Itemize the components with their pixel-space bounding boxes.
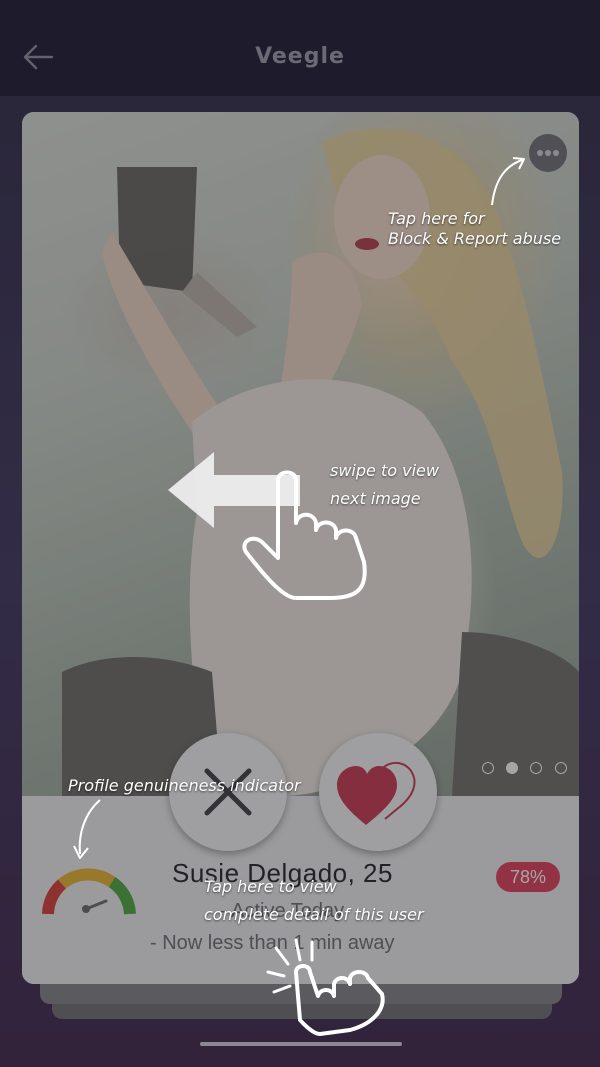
hint-detail-line2: complete detail of this user: [204, 905, 424, 924]
hint-genuineness: Profile genuineness indicator: [68, 776, 301, 795]
hint-swipe-line1: swipe to view: [330, 461, 439, 480]
hint-detail-line1: Tap here to view: [204, 877, 337, 896]
home-indicator[interactable]: [200, 1042, 402, 1046]
hint-block-report-line1: Tap here for: [388, 209, 485, 228]
hint-swipe-line2: next image: [330, 489, 421, 508]
hint-block-report-line2: Block & Report abuse: [388, 229, 562, 248]
